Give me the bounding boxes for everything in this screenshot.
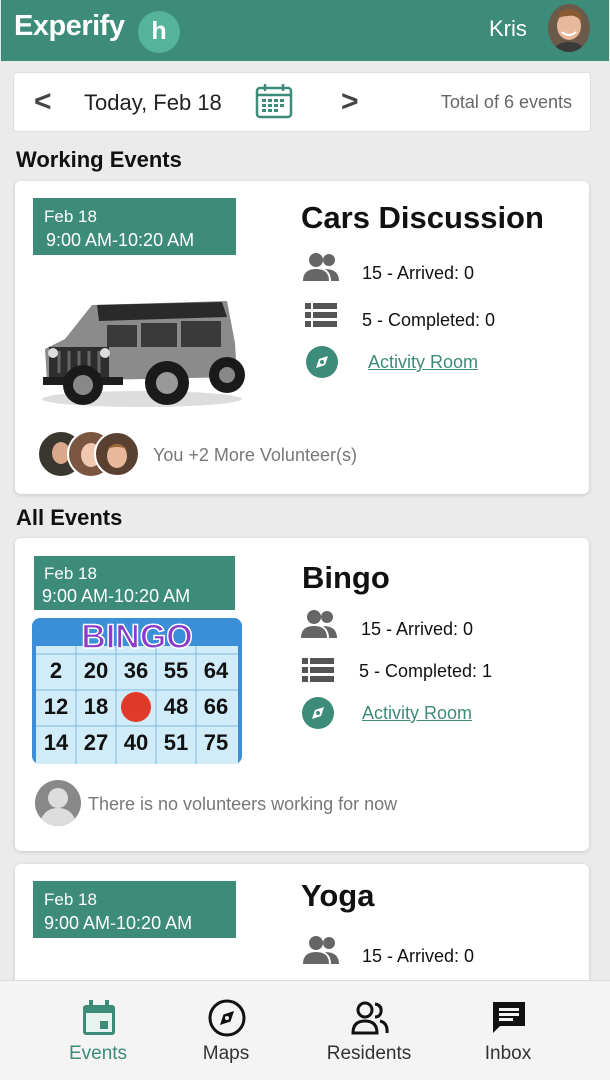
total-events-count: Total of 6 events [440,92,572,112]
list-icon [302,658,334,682]
arrived-count: 15 - Arrived: 0 [362,263,475,283]
bingo-number: 64 [204,658,229,683]
nav-inbox[interactable]: Inbox [448,981,568,1080]
nav-label: Residents [326,1043,412,1064]
people-icon [301,610,337,638]
event-date-badge: Feb 18 9:00 AM-10:20 AM [33,881,236,938]
event-time: 9:00 AM-10:20 AM [46,230,195,250]
nav-residents[interactable]: Residents [309,981,429,1080]
compass-icon [306,346,338,378]
completed-count: 5 - Completed: 1 [359,661,493,681]
nav-label: Inbox [484,1043,532,1064]
bingo-title-text: BINGO [81,618,192,656]
nav-events[interactable]: Events [38,981,158,1080]
people-icon [303,253,339,281]
compass-icon [302,697,334,729]
calendar-icon [83,1000,115,1035]
event-card-bingo[interactable]: BINGO 2 20 36 55 64 12 18 48 66 14 27 40 51 75 Feb 18… [15,538,589,851]
list-icon [305,303,337,327]
bingo-number: 27 [84,730,108,755]
bingo-free-space [121,692,151,722]
user-avatar[interactable] [548,4,590,52]
volunteers-text: You +2 More Volunteer(s) [153,445,357,465]
all-events-heading: All Events [16,505,123,530]
bingo-number: 20 [84,658,108,683]
bingo-number: 75 [204,730,228,755]
bingo-number: 51 [164,730,188,755]
people-icon [303,936,339,964]
event-time: 9:00 AM-10:20 AM [42,586,191,606]
completed-count: 5 - Completed: 0 [362,310,496,330]
event-date-badge: Feb 18 9:00 AM-10:20 AM [34,556,235,610]
bingo-number: 14 [44,730,69,755]
nav-maps[interactable]: Maps [166,981,286,1080]
event-date: Feb 18 [44,207,97,226]
event-time: 9:00 AM-10:20 AM [44,913,193,933]
event-date: Feb 18 [44,890,97,909]
top-bar: Experify h Kris [0,0,610,62]
people-icon [351,1001,389,1035]
working-events-heading: Working Events [16,147,182,172]
message-icon [493,1002,525,1033]
bingo-card-image: BINGO 2 20 36 55 64 12 18 48 66 14 27 40 51 75 [32,618,242,764]
brand-name: Experify [14,10,125,42]
bingo-number: 18 [84,694,108,719]
arrived-count: 15 - Arrived: 0 [362,946,475,966]
bingo-number: 12 [44,694,68,719]
calendar-icon[interactable] [255,83,293,119]
volunteer-avatars [37,430,139,478]
location-link[interactable]: Activity Room [362,703,472,724]
no-volunteer-avatar-icon [35,780,81,826]
bingo-number: 36 [124,658,148,683]
event-card-cars-discussion[interactable]: Feb 18 9:00 AM-10:20 AM Cars Discussion … [15,181,589,494]
jeep-image [42,301,245,407]
date-navigator: < Today, Feb 18 > Total of 6 events [13,72,591,132]
compass-icon [208,999,246,1037]
bottom-navigation: Events Maps Residents Inbox [0,980,610,1080]
volunteers-text: There is no volunteers working for now [88,794,398,814]
bingo-number: 48 [164,694,188,719]
current-date: Today, Feb 18 [84,90,222,115]
event-date-badge: Feb 18 9:00 AM-10:20 AM [33,198,236,255]
arrived-count: 15 - Arrived: 0 [361,619,474,639]
next-day-button[interactable]: > [341,87,359,117]
bingo-number: 66 [204,694,228,719]
event-title[interactable]: Bingo [302,560,390,596]
nav-label: Events [68,1043,128,1064]
username[interactable]: Kris [489,16,527,42]
bingo-number: 2 [50,658,62,683]
location-link[interactable]: Activity Room [368,352,478,373]
bingo-number: 55 [164,658,188,683]
event-date: Feb 18 [44,564,97,583]
prev-day-button[interactable]: < [34,87,52,117]
event-title[interactable]: Yoga [301,878,375,914]
bingo-number: 40 [124,730,148,755]
event-title[interactable]: Cars Discussion [301,200,544,236]
brand-logo: h [138,11,180,53]
nav-label: Maps [202,1043,250,1064]
